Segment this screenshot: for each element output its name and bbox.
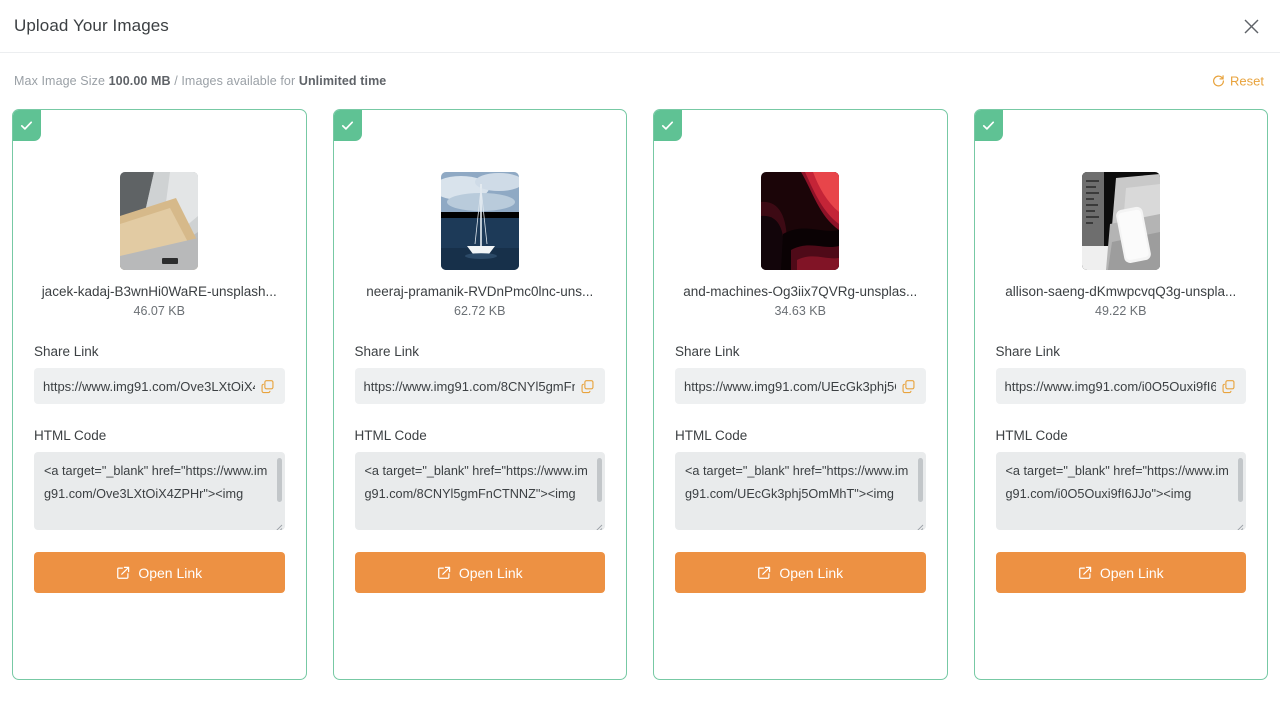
check-icon bbox=[340, 118, 355, 133]
uploaded-images-grid: jacek-kadaj-B3wnHi0WaRE-unsplash... 46.0… bbox=[0, 109, 1280, 680]
check-icon bbox=[660, 118, 675, 133]
check-icon bbox=[19, 118, 34, 133]
availability-value: Unlimited time bbox=[298, 74, 387, 88]
html-code-box bbox=[675, 452, 926, 530]
external-link-icon bbox=[757, 566, 771, 580]
file-size: 62.72 KB bbox=[454, 304, 506, 318]
reset-label: Reset bbox=[1230, 73, 1264, 89]
thumbnail-wrap bbox=[355, 110, 606, 270]
open-link-button[interactable]: Open Link bbox=[995, 552, 1246, 593]
thumbnail-wrap bbox=[675, 110, 926, 270]
share-link-input[interactable] bbox=[363, 378, 575, 394]
share-link-label: Share Link bbox=[34, 344, 99, 359]
share-link-row bbox=[34, 368, 285, 404]
open-link-label: Open Link bbox=[458, 564, 523, 581]
share-link-label: Share Link bbox=[354, 344, 420, 359]
external-link-icon bbox=[437, 566, 451, 580]
selected-badge[interactable] bbox=[333, 110, 362, 141]
reset-button[interactable]: Reset bbox=[1212, 74, 1264, 89]
image-card-3: and-machines-Og3iix7QVRg-unsplas... 34.6… bbox=[653, 109, 948, 680]
info-bar: Max Image Size 100.00 MB / Images availa… bbox=[0, 53, 1280, 109]
share-link-label: Share Link bbox=[675, 344, 740, 359]
html-code-textarea[interactable] bbox=[995, 452, 1246, 530]
file-size: 49.22 KB bbox=[1095, 304, 1147, 318]
external-link-icon bbox=[116, 566, 130, 580]
image-card-1: jacek-kadaj-B3wnHi0WaRE-unsplash... 46.0… bbox=[12, 109, 307, 680]
image-card-4: allison-saeng-dKmwpcvqQ3g-unspla... 49.2… bbox=[973, 109, 1268, 680]
html-code-textarea[interactable] bbox=[34, 452, 285, 530]
copy-icon[interactable] bbox=[1220, 378, 1237, 395]
upload-constraints-text: Max Image Size 100.00 MB / Images availa… bbox=[14, 74, 386, 88]
copy-icon[interactable] bbox=[900, 378, 917, 395]
file-size: 46.07 KB bbox=[133, 304, 185, 318]
close-icon[interactable] bbox=[1238, 13, 1264, 39]
selected-badge[interactable] bbox=[12, 110, 41, 141]
page-title: Upload Your Images bbox=[14, 16, 169, 35]
file-name: allison-saeng-dKmwpcvqQ3g-unspla... bbox=[1005, 284, 1237, 299]
html-code-textarea[interactable] bbox=[354, 452, 605, 530]
html-code-box bbox=[995, 452, 1246, 530]
image-thumbnail[interactable] bbox=[440, 172, 519, 270]
thumbnail-wrap bbox=[996, 110, 1247, 270]
html-code-label: HTML Code bbox=[675, 428, 748, 443]
html-code-box bbox=[354, 452, 605, 530]
file-size: 34.63 KB bbox=[774, 304, 826, 318]
selected-badge[interactable] bbox=[653, 110, 682, 141]
html-code-label: HTML Code bbox=[34, 428, 107, 443]
open-link-label: Open Link bbox=[138, 564, 203, 581]
modal-header: Upload Your Images bbox=[0, 0, 1280, 53]
availability-prefix: / Images available for bbox=[170, 74, 299, 88]
file-name: neeraj-pramanik-RVDnPmc0lnc-uns... bbox=[366, 284, 594, 299]
file-name: jacek-kadaj-B3wnHi0WaRE-unsplash... bbox=[41, 284, 277, 299]
html-code-box bbox=[34, 452, 285, 530]
check-icon bbox=[981, 118, 996, 133]
open-link-label: Open Link bbox=[779, 564, 844, 581]
image-thumbnail[interactable] bbox=[1081, 172, 1160, 270]
open-link-button[interactable]: Open Link bbox=[354, 552, 605, 593]
image-thumbnail[interactable] bbox=[120, 172, 199, 270]
selected-badge[interactable] bbox=[974, 110, 1003, 141]
open-link-button[interactable]: Open Link bbox=[675, 552, 926, 593]
thumbnail-wrap bbox=[34, 110, 285, 270]
image-thumbnail[interactable] bbox=[761, 172, 840, 270]
share-link-input[interactable] bbox=[684, 378, 896, 394]
share-link-row bbox=[995, 368, 1246, 404]
share-link-row bbox=[675, 368, 926, 404]
html-code-textarea[interactable] bbox=[675, 452, 926, 530]
copy-icon[interactable] bbox=[579, 378, 596, 395]
share-link-input[interactable] bbox=[1004, 378, 1216, 394]
share-link-input[interactable] bbox=[43, 378, 255, 394]
open-link-button[interactable]: Open Link bbox=[34, 552, 285, 593]
html-code-label: HTML Code bbox=[354, 428, 427, 443]
html-code-label: HTML Code bbox=[995, 428, 1068, 443]
image-card-2: neeraj-pramanik-RVDnPmc0lnc-uns... 62.72… bbox=[332, 109, 627, 680]
max-size-prefix: Max Image Size bbox=[14, 74, 109, 88]
external-link-icon bbox=[1078, 566, 1092, 580]
open-link-label: Open Link bbox=[1099, 564, 1164, 581]
max-size-value: 100.00 MB bbox=[108, 74, 171, 88]
share-link-label: Share Link bbox=[995, 344, 1061, 359]
refresh-icon bbox=[1212, 75, 1225, 88]
copy-icon[interactable] bbox=[259, 378, 276, 395]
share-link-row bbox=[354, 368, 605, 404]
file-name: and-machines-Og3iix7QVRg-unsplas... bbox=[683, 284, 918, 299]
